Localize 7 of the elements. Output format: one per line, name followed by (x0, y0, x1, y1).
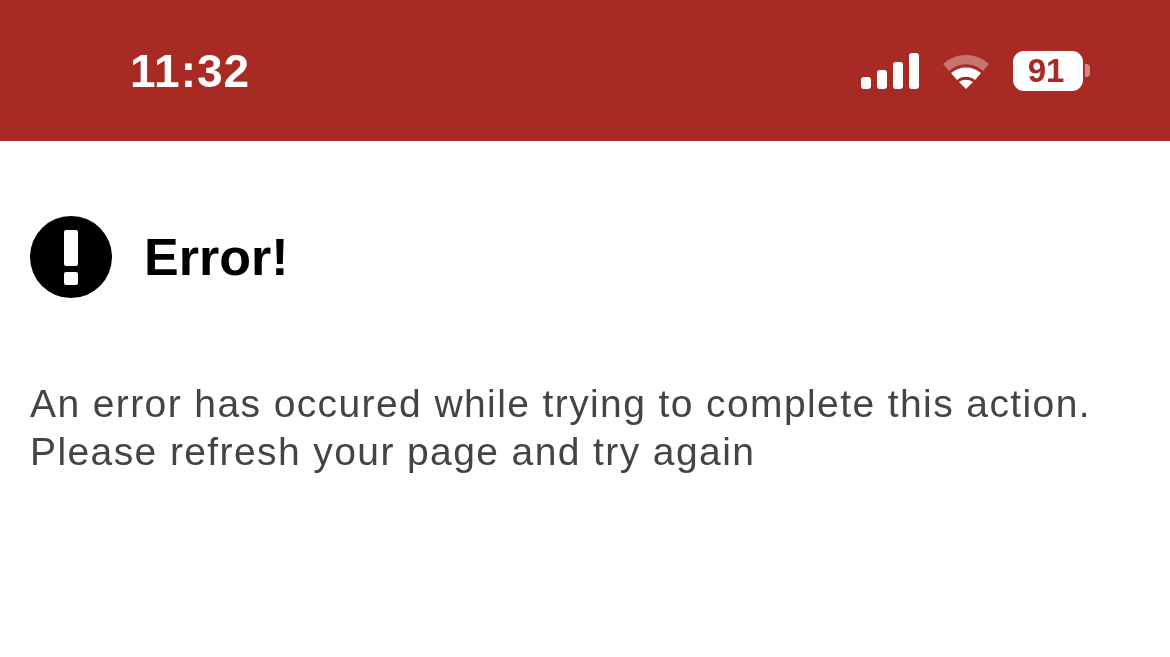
status-time: 11:32 (130, 43, 251, 98)
exclamation-icon (30, 216, 112, 298)
error-title: Error! (144, 227, 289, 287)
signal-icon (861, 52, 919, 89)
error-message: An error has occured while trying to complete this action. Please refresh your page and try again (30, 381, 1092, 475)
battery-percentage: 91 (1013, 50, 1083, 91)
wifi-icon (941, 52, 991, 89)
